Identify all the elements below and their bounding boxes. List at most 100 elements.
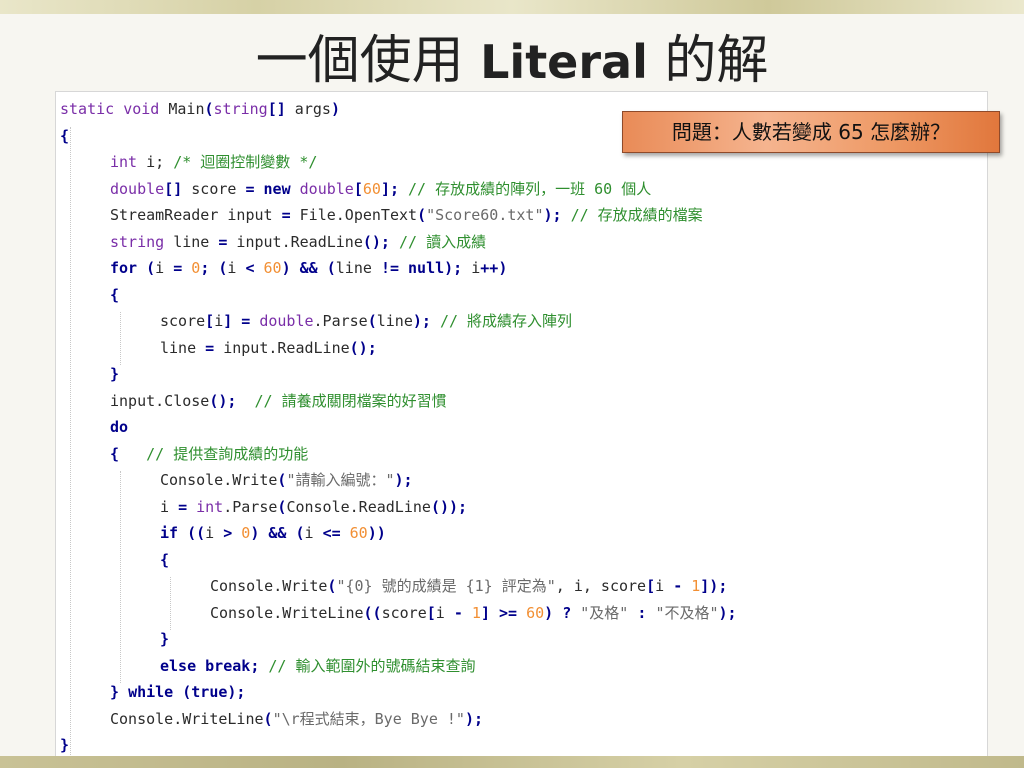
code-token-punc: );	[464, 709, 484, 728]
code-token-str: "\r程式結束，Bye Bye !"	[272, 709, 465, 728]
title-part-1: 一個使用	[255, 31, 464, 91]
code-token-punc: [	[426, 603, 436, 622]
code-line: { // 提供查詢成績的功能	[110, 441, 308, 467]
code-token-text: i	[205, 524, 224, 542]
code-token-punc: && (	[290, 259, 336, 277]
code-line: line = input.ReadLine();	[160, 335, 377, 361]
code-token-type: int	[196, 497, 224, 516]
code-token-type: double	[299, 179, 354, 198]
code-token-type: string	[110, 232, 165, 251]
code-token-punc: -	[453, 603, 463, 622]
code-token-text: i	[435, 603, 454, 622]
code-token-type: double	[110, 179, 165, 198]
code-token-text: args	[285, 100, 331, 118]
code-token-comment: // 讀入成績	[389, 232, 487, 251]
code-token-punc: !=	[380, 259, 399, 277]
code-token-punc: ((	[178, 524, 206, 542]
code-token-punc: <=	[322, 524, 341, 542]
code-token-punc: ]	[480, 603, 490, 622]
code-token-text: ;	[155, 153, 165, 171]
code-token-text: Console.Write	[160, 471, 278, 489]
code-panel: static void Main(string[] args){int i; /…	[55, 91, 988, 757]
code-token-punc: ?	[553, 603, 581, 622]
code-token-num: 0	[241, 524, 251, 542]
code-token-punc: :	[628, 603, 656, 622]
code-line: {	[160, 547, 169, 573]
code-line: StreamReader input = File.OpenText("Scor…	[110, 202, 703, 228]
code-token-punc: (	[417, 206, 427, 224]
code-line: }	[110, 361, 119, 387]
code-token-kw: else break	[160, 656, 251, 675]
code-token-text: input.ReadLine	[214, 338, 350, 357]
code-token-text: i	[655, 577, 674, 595]
code-token-punc: )	[250, 524, 260, 542]
code-token-punc: )	[330, 100, 340, 118]
code-token-punc: ;	[250, 656, 260, 675]
code-line: Console.WriteLine((score[i - 1] >= 60) ?…	[210, 600, 737, 626]
code-token-kw: while	[128, 683, 174, 701]
code-token-punc: [	[205, 312, 215, 330]
code-token-comment: // 將成績存入陣列	[430, 312, 573, 330]
code-token-punc: >=	[499, 603, 518, 622]
code-token-text: Console.WriteLine	[110, 709, 264, 728]
bottom-decorative-band	[0, 756, 1024, 768]
indent-guide	[170, 577, 171, 630]
code-token-punc: (	[137, 259, 156, 277]
code-token-punc: {	[110, 444, 120, 463]
code-token-type: double	[259, 312, 314, 330]
code-token-kw: null	[408, 259, 445, 277]
code-token-kw: true	[191, 683, 228, 701]
title-keyword: Literal	[480, 35, 648, 89]
indent-guide	[120, 312, 121, 365]
code-token-punc: =	[205, 338, 215, 357]
code-token-punc: []	[267, 100, 286, 118]
code-line: score[i] = double.Parse(line); // 將成績存入陣…	[160, 308, 572, 334]
code-token-punc: }	[160, 630, 170, 648]
code-token-punc: =	[173, 259, 183, 277]
code-line: string line = input.ReadLine(); // 讀入成績	[110, 229, 486, 255]
slide-title: 一個使用 Literal 的解	[0, 24, 1024, 99]
code-token-text: i	[304, 524, 323, 542]
code-token-text: score	[381, 603, 427, 622]
top-decorative-band	[0, 0, 1024, 14]
code-token-punc: )	[281, 259, 291, 277]
code-line: {	[60, 123, 69, 149]
code-token-punc: }	[110, 683, 120, 701]
code-token-text: .Parse	[313, 312, 368, 330]
code-token-punc: );	[227, 683, 246, 701]
code-token-punc: );	[718, 603, 737, 622]
code-token-text: File.OpenText	[290, 206, 418, 224]
code-token-punc: =	[178, 497, 188, 516]
code-token-comment: // 請養成關閉檔案的好習慣	[236, 391, 447, 410]
code-token-punc: && (	[259, 524, 305, 542]
code-token-text: Console.ReadLine	[286, 497, 431, 516]
code-token-punc: {	[60, 126, 70, 145]
code-token-num: 60	[526, 603, 545, 622]
code-token-punc: ++)	[480, 259, 508, 277]
title-part-2: 的解	[664, 31, 769, 91]
code-token-text: i	[137, 153, 156, 171]
code-token-comment: // 提供查詢成績的功能	[119, 444, 309, 463]
code-token-punc: (	[209, 259, 228, 277]
code-token-str: "{0} 號的成績是 {1} 評定為"	[336, 577, 556, 595]
code-line: Console.WriteLine("\r程式結束，Bye Bye !");	[110, 706, 483, 732]
code-token-type: int	[110, 153, 138, 171]
code-token-punc: ]);	[700, 577, 728, 595]
code-line: do	[110, 414, 128, 440]
code-token-str: "Score60.txt"	[426, 206, 544, 224]
code-token-type: static void	[60, 100, 160, 118]
code-line: i = int.Parse(Console.ReadLine());	[160, 494, 467, 520]
code-line: }	[60, 732, 69, 756]
code-token-type: string	[213, 100, 268, 118]
code-token-punc: ];	[380, 179, 399, 198]
code-token-punc: ]	[223, 312, 233, 330]
code-token-punc: -	[673, 577, 683, 595]
